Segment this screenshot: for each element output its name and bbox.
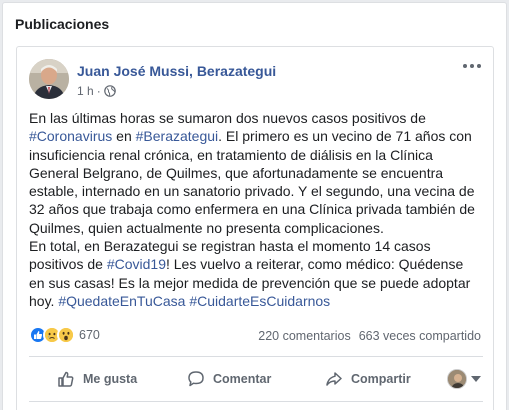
avatar-photo-icon [29, 59, 69, 99]
wow-icon [57, 326, 75, 344]
body-line: En las últimas horas se sumaron dos nuev… [29, 110, 426, 126]
post-time[interactable]: 1 h [77, 84, 94, 98]
post-card: Juan José Mussi, Berazategui 1 h · En la… [16, 46, 494, 410]
comment-icon [188, 371, 204, 387]
comment-label: Comentar [213, 372, 272, 386]
post-meta: 1 h · [77, 84, 116, 98]
share-button[interactable]: Compartir [325, 370, 411, 388]
meta-separator: · [96, 84, 101, 98]
dot-icon [477, 64, 481, 68]
author-avatar[interactable] [29, 59, 69, 99]
viewer-avatar [447, 369, 467, 389]
comments-count[interactable]: 220 comentarios [258, 329, 350, 343]
react-as-selector[interactable] [447, 369, 481, 389]
body-line: 32 años que trabaja como enfermera en un… [29, 201, 475, 218]
hashtag-covid19[interactable]: #Covid19 [107, 256, 166, 272]
body-line: General Belgrano, de Quilmes, que afortu… [29, 164, 444, 181]
body-line: insuficiencia renal crónica, en tratamie… [29, 146, 433, 163]
divider [29, 356, 483, 357]
action-bar: Me gusta Comentar Compartir [29, 363, 485, 395]
reactions-summary[interactable]: 670 [29, 326, 100, 344]
body-line: En total, en Berazategui se registran ha… [29, 238, 431, 255]
post-options-button[interactable] [463, 64, 481, 68]
shares-count[interactable]: 663 veces compartido [359, 329, 481, 343]
hashtag-cuidarteescuidarnos[interactable]: #CuidarteEsCuidarnos [189, 293, 330, 309]
reaction-count[interactable]: 670 [79, 328, 100, 342]
post-body: En las últimas horas se sumaron dos nuev… [29, 109, 485, 310]
globe-icon [103, 85, 116, 97]
body-line: hoy. #QuedateEnTuCasa #CuidarteEsCuidarn… [29, 292, 331, 309]
like-button[interactable]: Me gusta [57, 370, 137, 388]
share-arrow-icon [326, 372, 342, 386]
comment-button[interactable]: Comentar [187, 370, 271, 388]
body-line: positivos de #Covid19! Les vuelvo a reit… [29, 256, 464, 273]
body-line: #Coronavirus en #Berazategui. El primero… [29, 128, 472, 145]
post-stats: 220 comentarios 663 veces compartido [258, 329, 481, 343]
thumbs-up-icon [58, 371, 74, 387]
divider [29, 401, 483, 402]
body-line: en sus casas! Es la mejor medida de prev… [29, 274, 471, 291]
share-label: Compartir [351, 372, 411, 386]
hashtag-quedateentucasa[interactable]: #QuedateEnTuCasa [58, 293, 185, 309]
dot-icon [470, 64, 474, 68]
chevron-down-icon [471, 376, 481, 382]
like-label: Me gusta [83, 372, 138, 386]
body-line: estable, internado en un sanatorio priva… [29, 183, 475, 200]
author-name[interactable]: Juan José Mussi, Berazategui [77, 63, 276, 79]
dot-icon [463, 64, 467, 68]
hashtag-berazategui[interactable]: #Berazategui [136, 128, 219, 144]
panel-title: Publicaciones [15, 16, 110, 32]
publications-panel: Publicaciones Juan José Mussi, Berazateg… [2, 2, 507, 410]
hashtag-coronavirus[interactable]: #Coronavirus [29, 128, 112, 144]
body-line: Quilmes, quien actualmente no presenta c… [29, 219, 384, 236]
